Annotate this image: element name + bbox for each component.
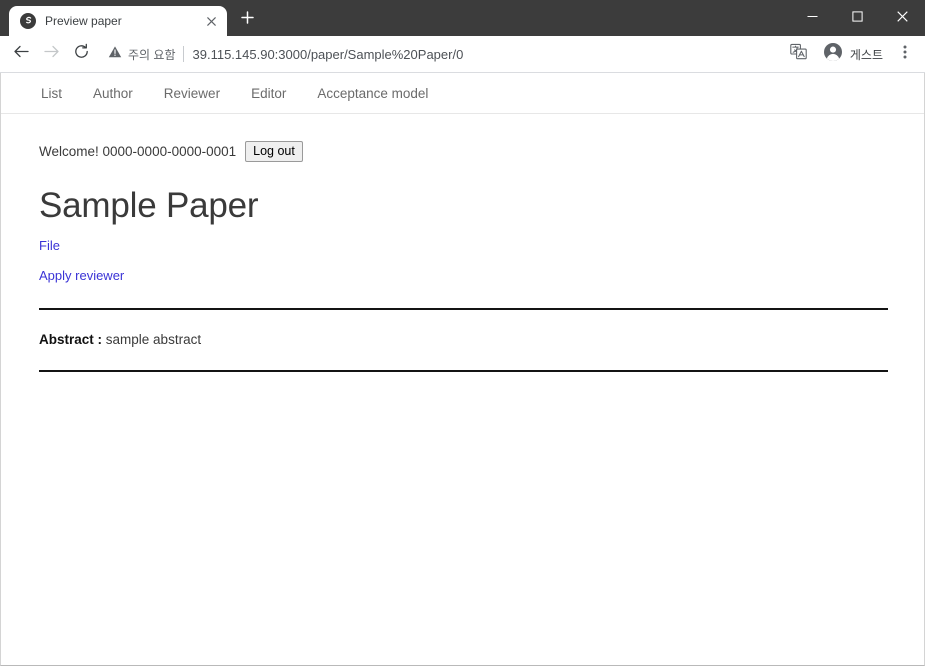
abstract-label: Abstract : <box>39 332 103 347</box>
tab-strip: Preview paper <box>0 0 925 36</box>
address-bar[interactable]: 주의 요함 39.115.145.90:3000/paper/Sample%20… <box>102 41 779 67</box>
maximize-button[interactable] <box>835 2 880 34</box>
translate-button[interactable] <box>785 40 813 68</box>
account-circle-icon <box>823 42 843 67</box>
browser-window: Preview paper 주의 요함 39.115.145.90:3000/p… <box>0 0 925 666</box>
nav-item-acceptance-model[interactable]: Acceptance model <box>317 86 428 101</box>
apply-reviewer-link[interactable]: Apply reviewer <box>39 268 886 283</box>
profile-label: 게스트 <box>849 47 883 62</box>
omnibox-separator <box>182 46 184 62</box>
minimize-icon <box>807 9 818 27</box>
welcome-row: Welcome! 0000-0000-0000-0001 Log out <box>39 141 886 162</box>
close-icon[interactable] <box>203 13 219 29</box>
maximize-icon <box>852 9 863 27</box>
nav-item-list[interactable]: List <box>41 86 62 101</box>
file-link[interactable]: File <box>39 238 886 253</box>
new-tab-button[interactable] <box>233 6 261 34</box>
nav-item-reviewer[interactable]: Reviewer <box>164 86 220 101</box>
window-close-button[interactable] <box>880 2 925 34</box>
reload-icon <box>73 43 90 65</box>
abstract-value: sample abstract <box>105 332 202 347</box>
site-navigation: List Author Reviewer Editor Acceptance m… <box>1 73 924 114</box>
globe-swirl-icon <box>20 13 36 29</box>
welcome-text: Welcome! 0000-0000-0000-0001 <box>39 144 237 159</box>
minimize-button[interactable] <box>790 2 835 34</box>
three-dot-menu-icon <box>903 44 907 65</box>
browser-toolbar: 주의 요함 39.115.145.90:3000/paper/Sample%20… <box>0 36 925 73</box>
browser-tab[interactable]: Preview paper <box>9 6 227 36</box>
back-arrow-icon <box>13 43 30 65</box>
forward-button <box>36 40 66 68</box>
page-viewport: List Author Reviewer Editor Acceptance m… <box>0 73 925 666</box>
plus-icon <box>240 11 254 29</box>
security-label: 주의 요함 <box>128 47 176 62</box>
back-button[interactable] <box>6 40 36 68</box>
abstract-row: Abstract : sample abstract <box>39 310 886 370</box>
site-security-chip[interactable]: 주의 요함 <box>108 45 176 64</box>
log-out-button[interactable]: Log out <box>245 141 303 162</box>
page-content: Welcome! 0000-0000-0000-0001 Log out Sam… <box>1 141 924 372</box>
window-close-icon <box>897 9 908 27</box>
browser-menu-button[interactable] <box>891 40 919 68</box>
divider-bottom <box>39 370 888 372</box>
nav-item-author[interactable]: Author <box>93 86 133 101</box>
tab-title: Preview paper <box>45 14 122 28</box>
translate-icon <box>790 43 808 65</box>
window-controls <box>790 0 925 36</box>
profile-button[interactable]: 게스트 <box>819 40 887 68</box>
page-title: Sample Paper <box>39 186 259 225</box>
warning-triangle-icon <box>108 45 122 64</box>
toolbar-right-actions: 게스트 <box>785 40 919 68</box>
nav-item-editor[interactable]: Editor <box>251 86 286 101</box>
url-text: 39.115.145.90:3000/paper/Sample%20Paper/… <box>192 46 464 62</box>
reload-button[interactable] <box>66 40 96 68</box>
forward-arrow-icon <box>43 43 60 65</box>
